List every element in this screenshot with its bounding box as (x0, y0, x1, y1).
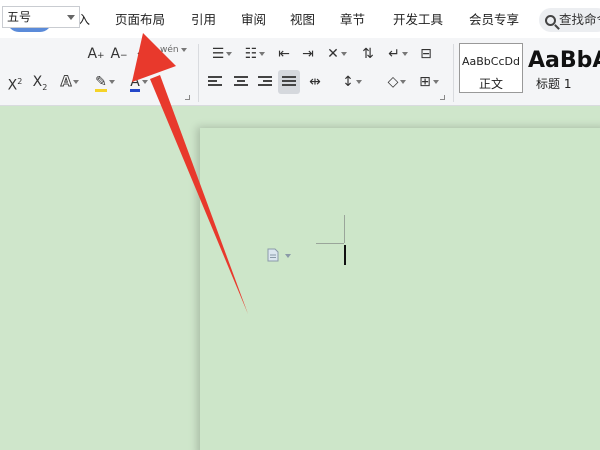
annotation-arrow (132, 33, 248, 314)
